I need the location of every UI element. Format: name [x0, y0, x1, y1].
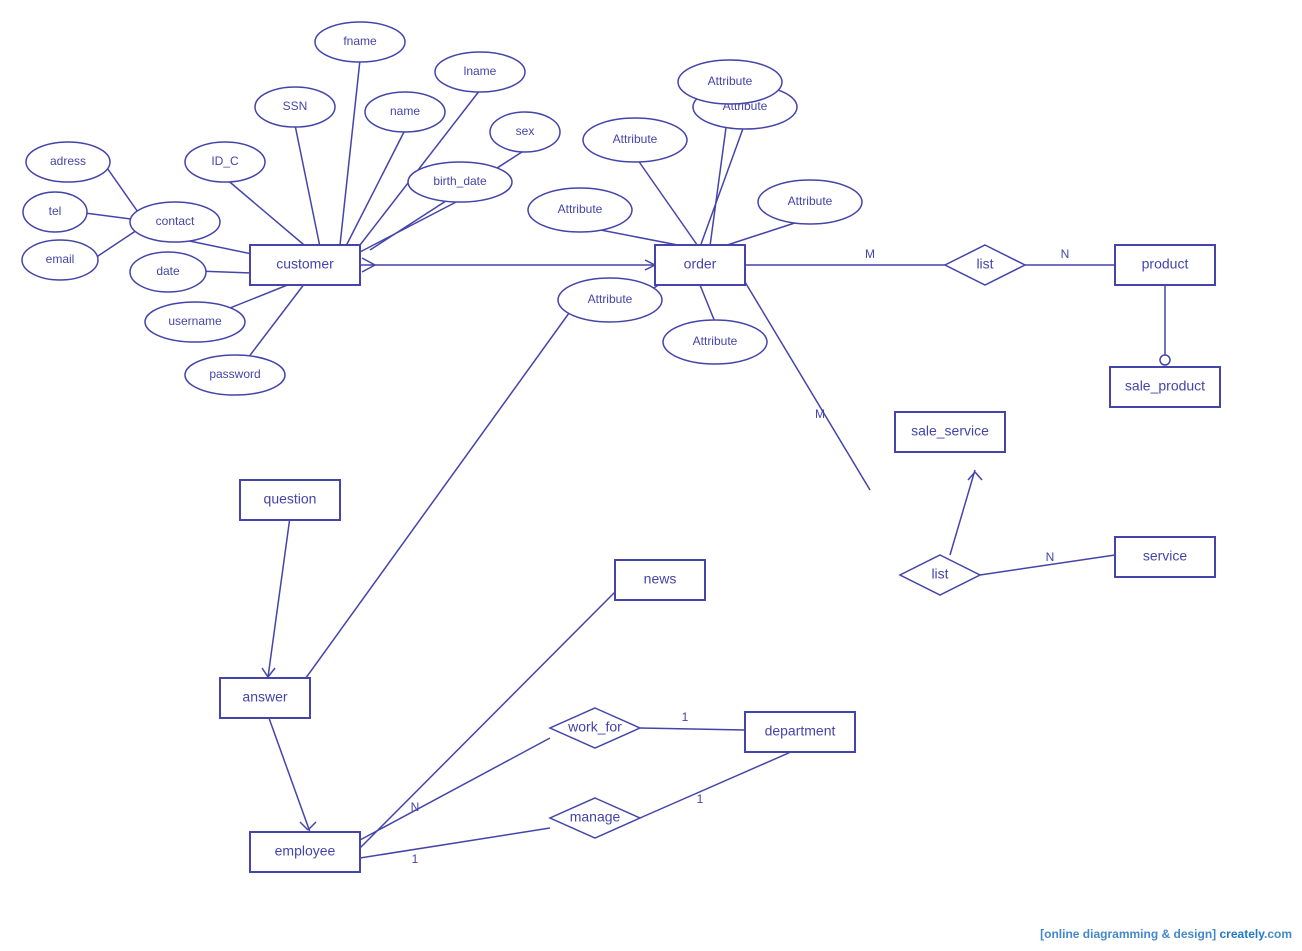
svg-text:N: N [1061, 247, 1070, 261]
entity-product-label: product [1142, 256, 1189, 272]
entity-question-label: question [264, 491, 317, 507]
entity-sale-service-label: sale_service [911, 423, 989, 439]
attr-attribute6-label: Attribute [588, 292, 633, 306]
attr-contact-label: contact [156, 214, 195, 228]
svg-text:M: M [865, 247, 875, 261]
entity-customer-label: customer [276, 256, 334, 272]
attr-sex-label: sex [516, 124, 535, 138]
er-diagram-svg: M N M N N 1 1 [0, 0, 1302, 951]
attr-email-label: email [46, 252, 75, 266]
svg-text:N: N [1046, 550, 1055, 564]
svg-text:1: 1 [412, 852, 419, 866]
svg-text:N: N [411, 800, 420, 814]
entity-employee-label: employee [275, 843, 336, 859]
entity-service-label: service [1143, 548, 1188, 564]
attr-lname-label: lname [464, 64, 497, 78]
attr-ssn-label: SSN [283, 99, 308, 113]
attr-password-label: password [209, 367, 260, 381]
relationship-list2-label: list [931, 566, 948, 582]
attr-attribute7-label: Attribute [693, 334, 738, 348]
attr-tel-label: tel [49, 204, 62, 218]
watermark-brand: creately [1220, 927, 1264, 941]
entity-sale-product-label: sale_product [1125, 378, 1205, 394]
diagram-container: M N M N N 1 1 [0, 0, 1302, 951]
attr-idc-label: ID_C [211, 154, 239, 168]
attr-attribute3-label: Attribute [708, 74, 753, 88]
relationship-work-for-label: work_for [567, 719, 622, 735]
svg-text:M: M [815, 407, 825, 421]
entity-news-label: news [644, 571, 677, 587]
watermark: [online diagramming & design] creately.c… [1040, 927, 1292, 941]
attr-username-label: username [168, 314, 222, 328]
attr-birth-date-label: birth_date [433, 174, 487, 188]
svg-text:1: 1 [682, 710, 689, 724]
entity-order-label: order [684, 256, 717, 272]
attr-adress-label: adress [50, 154, 86, 168]
entity-answer-label: answer [242, 689, 287, 705]
attr-fname-label: fname [343, 34, 377, 48]
watermark-text: [online diagramming & design] [1040, 927, 1216, 941]
attr-attribute5-label: Attribute [558, 202, 603, 216]
attr-date-label: date [156, 264, 180, 278]
attr-attribute2-label: Attribute [613, 132, 658, 146]
attr-name-label: name [390, 104, 420, 118]
watermark-suffix: .com [1264, 927, 1292, 941]
attr-attribute4-label: Attribute [788, 194, 833, 208]
relationship-manage-label: manage [570, 809, 621, 825]
entity-department-label: department [765, 723, 836, 739]
svg-text:1: 1 [697, 792, 704, 806]
relationship-list1-label: list [976, 256, 993, 272]
